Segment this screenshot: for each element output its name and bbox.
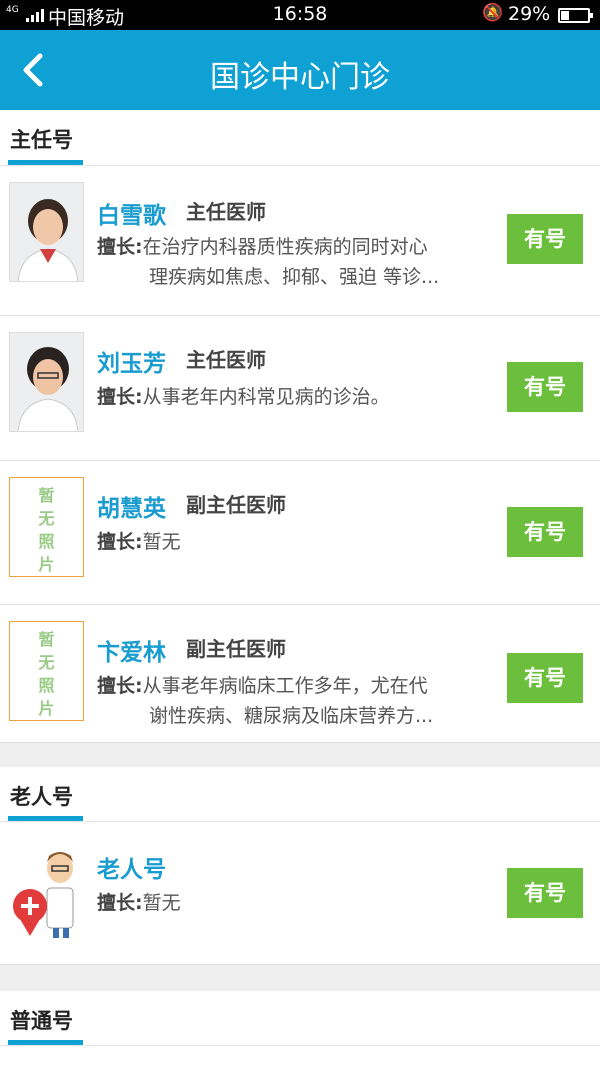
doctor-name: 老人号: [97, 857, 166, 883]
doctor-skill: 擅长:从事老年内科常见病的诊治。: [97, 382, 502, 412]
skill-text: 暂无: [142, 531, 181, 553]
app-header: 国诊中心门诊: [0, 30, 600, 110]
available-button[interactable]: 有号: [507, 214, 583, 264]
skill-label: 擅长:: [97, 531, 143, 553]
section-header-director: 主任号: [0, 110, 600, 166]
mute-bell-icon: 🔕: [482, 3, 504, 23]
available-button[interactable]: 有号: [507, 653, 583, 703]
available-button[interactable]: 有号: [507, 868, 583, 918]
skill-text: 暂无: [142, 892, 181, 914]
skill-label: 擅长:: [97, 236, 143, 258]
skill-text-cont: 理疾病如焦虑、抑郁、强迫 等诊...: [149, 266, 440, 288]
doctor-card[interactable]: 白雪歌 主任医师 擅长:在治疗内科器质性疾病的同时对心 理疾病如焦虑、抑郁、强迫…: [0, 166, 600, 316]
skill-label: 擅长:: [97, 892, 143, 914]
skill-text: 在治疗内科器质性疾病的同时对心: [142, 236, 428, 258]
available-button[interactable]: 有号: [507, 362, 583, 412]
doctor-skill: 擅长:在治疗内科器质性疾病的同时对心 理疾病如焦虑、抑郁、强迫 等诊...: [97, 232, 502, 292]
skill-text-cont: 谢性疾病、糖尿病及临床营养方...: [149, 705, 434, 727]
doctor-skill: 擅长:暂无: [97, 527, 502, 557]
page-title: 国诊中心门诊: [210, 60, 390, 95]
skill-text: 从事老年病临床工作多年，尤在代: [142, 675, 428, 697]
doctor-name: 刘玉芳: [97, 351, 166, 377]
doctor-card[interactable]: 老人号 擅长:暂无 有号: [0, 822, 600, 965]
doctor-photo: [9, 182, 84, 282]
section-title: 主任号: [10, 128, 73, 152]
section-header-elderly: 老人号: [0, 767, 600, 822]
skill-text: 从事老年内科常见病的诊治。: [142, 386, 390, 408]
no-photo-text: 暂无照片: [38, 486, 55, 574]
status-bar: 4G 中国移动 16:58 🔕 29%: [0, 0, 600, 30]
section-underline: [8, 160, 83, 165]
section-title: 老人号: [10, 785, 73, 809]
skill-label: 擅长:: [97, 675, 143, 697]
section-underline: [8, 1040, 83, 1045]
doctor-title: 主任医师: [186, 200, 266, 224]
doctor-card-partial[interactable]: [0, 1046, 600, 1067]
doctor-skill: 擅长:暂无: [97, 888, 502, 918]
doctor-card[interactable]: 暂无照片 胡慧英 副主任医师 擅长:暂无 有号: [0, 461, 600, 605]
doctor-title: 主任医师: [186, 348, 266, 372]
no-photo-placeholder: 暂无照片: [9, 477, 84, 577]
doctor-skill: 擅长:从事老年病临床工作多年，尤在代 谢性疾病、糖尿病及临床营养方...: [97, 671, 502, 731]
section-gap: [0, 743, 600, 767]
skill-label: 擅长:: [97, 386, 143, 408]
doctor-title: 副主任医师: [186, 637, 286, 661]
battery-icon: [558, 8, 593, 23]
doctor-name: 胡慧英: [97, 496, 166, 522]
doctor-card[interactable]: 刘玉芳 主任医师 擅长:从事老年内科常见病的诊治。 有号: [0, 316, 600, 461]
doctor-name: 白雪歌: [97, 203, 166, 229]
section-header-general: 普通号: [0, 991, 600, 1046]
section-title: 普通号: [10, 1009, 73, 1033]
section-underline: [8, 816, 83, 821]
no-photo-text: 暂无照片: [38, 630, 55, 718]
no-photo-placeholder: 暂无照片: [9, 621, 84, 721]
doctor-title: 副主任医师: [186, 493, 286, 517]
doctor-name: 卞爱林: [97, 640, 166, 666]
doctor-photo: [9, 332, 84, 432]
available-button[interactable]: 有号: [507, 507, 583, 557]
doctor-card[interactable]: 暂无照片 卞爱林 副主任医师 擅长:从事老年病临床工作多年，尤在代 谢性疾病、糖…: [0, 605, 600, 743]
battery-percent: 29%: [508, 3, 551, 25]
cartoon-doctor-icon: [9, 840, 84, 940]
section-gap: [0, 965, 600, 991]
